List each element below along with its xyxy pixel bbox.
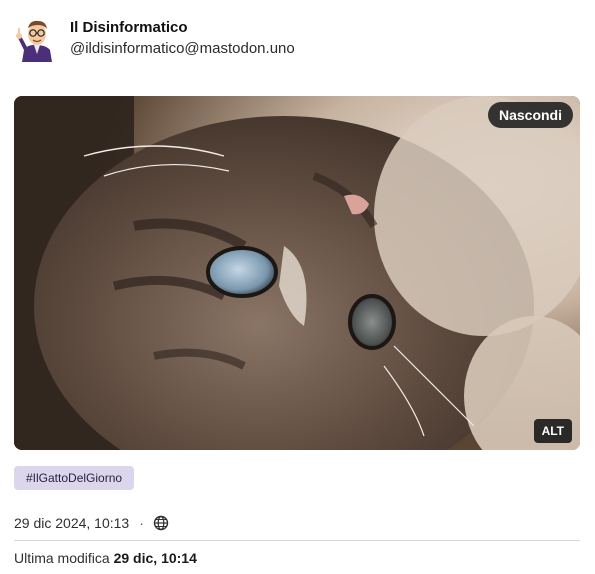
post-meta: 29 dic 2024, 10:13 ·: [14, 512, 169, 534]
author-names: Il Disinformatico @ildisinformatico@mast…: [70, 18, 295, 60]
author-handle[interactable]: @ildisinformatico@mastodon.uno: [70, 38, 295, 60]
cat-photo: [14, 96, 580, 450]
media-attachment[interactable]: Nascondi ALT: [14, 96, 580, 450]
cartoon-avatar-icon: [14, 16, 60, 62]
post-header: Il Disinformatico @ildisinformatico@mast…: [14, 14, 295, 64]
post-timestamp[interactable]: 29 dic 2024, 10:13: [14, 515, 129, 531]
divider: [14, 540, 580, 541]
edited-prefix: Ultima modifica: [14, 550, 110, 566]
hide-media-button[interactable]: Nascondi: [487, 102, 573, 128]
alt-text-badge[interactable]: ALT: [533, 419, 572, 443]
globe-icon: [153, 515, 169, 531]
hashtag-link[interactable]: #IlGattoDelGiorno: [14, 466, 135, 490]
edited-time: 29 dic, 10:14: [113, 550, 197, 566]
author-display-name[interactable]: Il Disinformatico: [70, 18, 295, 38]
edited-info[interactable]: Ultima modifica 29 dic, 10:14: [14, 549, 197, 567]
avatar[interactable]: [14, 16, 60, 62]
meta-separator: ·: [139, 515, 144, 531]
